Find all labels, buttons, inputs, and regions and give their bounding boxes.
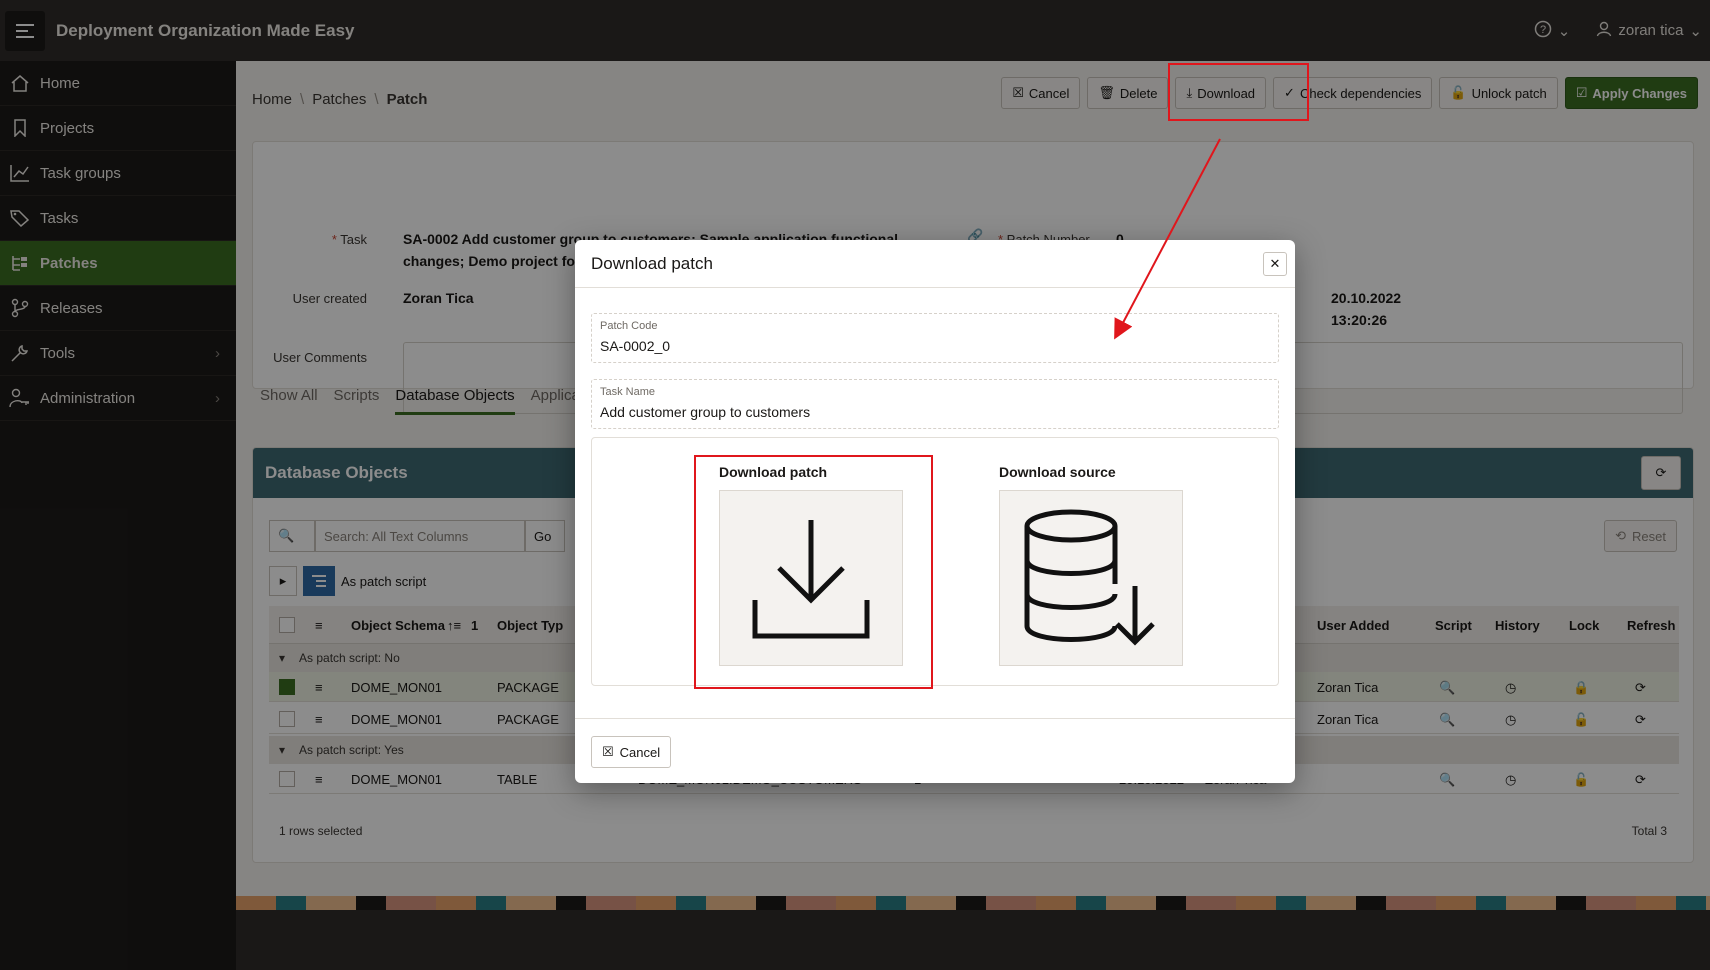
download-patch-dialog: Download patch ✕ Patch Code SA-0002_0 Ta… <box>575 240 1295 783</box>
close-icon: ✕ <box>1269 256 1281 271</box>
dialog-footer: ☒ Cancel <box>575 718 1295 783</box>
patch-code-field[interactable]: Patch Code SA-0002_0 <box>591 313 1279 363</box>
patch-code-label: Patch Code <box>600 320 658 332</box>
dialog-title: Download patch <box>575 240 1295 288</box>
close-box-icon: ☒ <box>602 744 614 759</box>
database-download-icon <box>999 490 1183 666</box>
download-source-card-title: Download source <box>999 464 1116 480</box>
download-source-card[interactable]: Download source <box>999 464 1183 666</box>
dialog-cancel-button[interactable]: ☒ Cancel <box>591 736 672 768</box>
patch-code-value: SA-0002_0 <box>600 338 671 354</box>
dialog-close-button[interactable]: ✕ <box>1263 252 1287 276</box>
task-name-value: Add customer group to customers <box>600 404 811 420</box>
annotation-highlight-download <box>1168 63 1309 121</box>
task-name-label: Task Name <box>600 386 656 398</box>
annotation-highlight-download-patch <box>694 455 933 689</box>
task-name-field[interactable]: Task Name Add customer group to customer… <box>591 379 1279 429</box>
dialog-cancel-label: Cancel <box>619 744 661 760</box>
